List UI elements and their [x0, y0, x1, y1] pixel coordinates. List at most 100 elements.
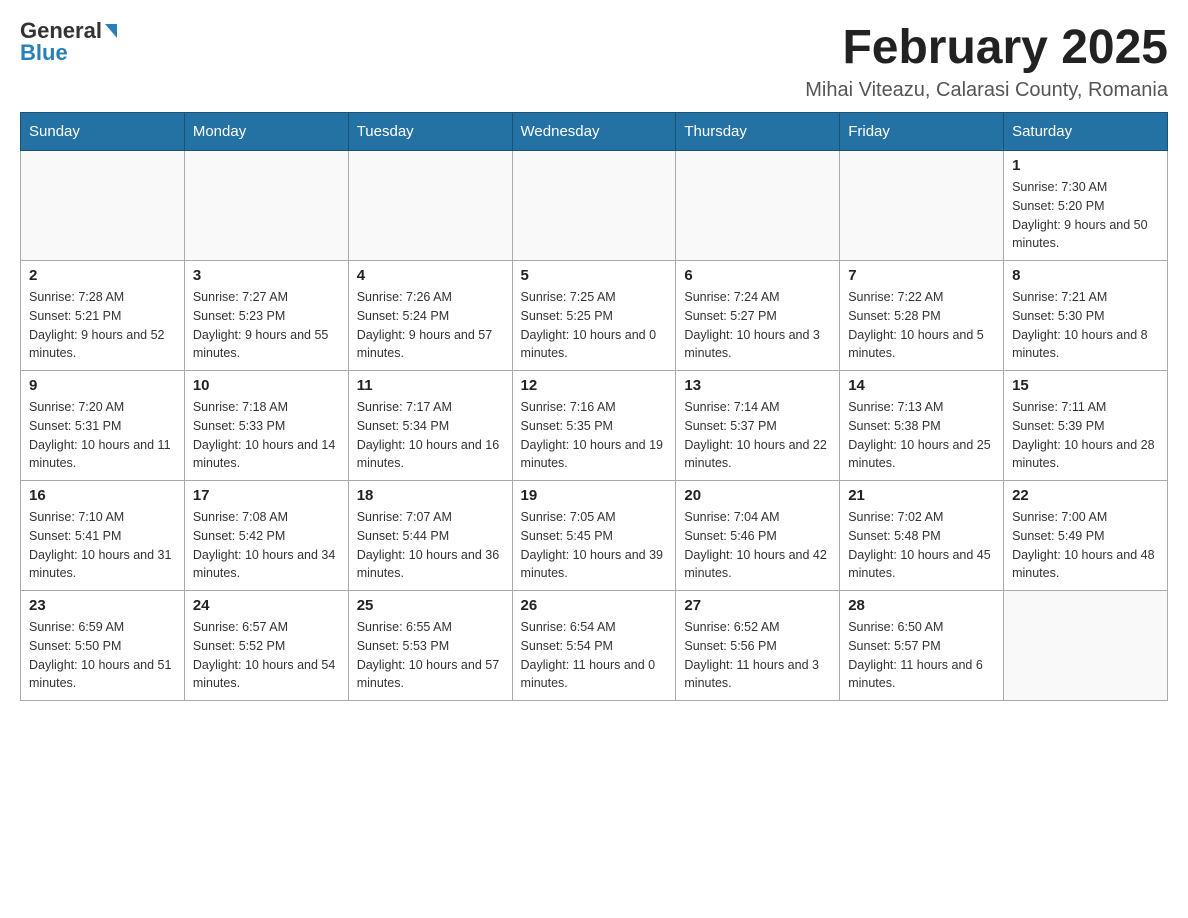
week-row-2: 2 Sunrise: 7:28 AMSunset: 5:21 PMDaylight… — [21, 261, 1168, 371]
calendar-cell: 12 Sunrise: 7:16 AMSunset: 5:35 PMDayligh… — [512, 371, 676, 481]
header-saturday: Saturday — [1004, 113, 1168, 151]
calendar-cell: 10 Sunrise: 7:18 AMSunset: 5:33 PMDayligh… — [184, 371, 348, 481]
day-info: Sunrise: 7:21 AMSunset: 5:30 PMDaylight:… — [1012, 290, 1148, 360]
day-info: Sunrise: 7:16 AMSunset: 5:35 PMDaylight:… — [521, 400, 663, 470]
day-info: Sunrise: 7:17 AMSunset: 5:34 PMDaylight:… — [357, 400, 499, 470]
day-info: Sunrise: 7:13 AMSunset: 5:38 PMDaylight:… — [848, 400, 990, 470]
day-number: 14 — [848, 377, 995, 394]
day-number: 20 — [684, 487, 831, 504]
calendar-cell — [676, 151, 840, 261]
day-number: 18 — [357, 487, 504, 504]
calendar-subtitle: Mihai Viteazu, Calarasi County, Romania — [805, 79, 1168, 102]
day-info: Sunrise: 7:18 AMSunset: 5:33 PMDaylight:… — [193, 400, 335, 470]
day-info: Sunrise: 7:14 AMSunset: 5:37 PMDaylight:… — [684, 400, 826, 470]
day-info: Sunrise: 6:54 AMSunset: 5:54 PMDaylight:… — [521, 620, 656, 690]
calendar-cell — [1004, 591, 1168, 701]
day-number: 13 — [684, 377, 831, 394]
day-number: 8 — [1012, 267, 1159, 284]
logo-blue-text: Blue — [20, 42, 68, 64]
calendar-cell: 23 Sunrise: 6:59 AMSunset: 5:50 PMDayligh… — [21, 591, 185, 701]
calendar-cell: 14 Sunrise: 7:13 AMSunset: 5:38 PMDayligh… — [840, 371, 1004, 481]
week-row-5: 23 Sunrise: 6:59 AMSunset: 5:50 PMDayligh… — [21, 591, 1168, 701]
header-monday: Monday — [184, 113, 348, 151]
logo-arrow-icon — [105, 24, 117, 38]
day-info: Sunrise: 7:10 AMSunset: 5:41 PMDaylight:… — [29, 510, 171, 580]
calendar-cell: 1 Sunrise: 7:30 AMSunset: 5:20 PMDaylight… — [1004, 151, 1168, 261]
day-number: 15 — [1012, 377, 1159, 394]
calendar-cell: 13 Sunrise: 7:14 AMSunset: 5:37 PMDayligh… — [676, 371, 840, 481]
logo-general-text: General — [20, 20, 102, 42]
calendar-cell — [21, 151, 185, 261]
day-info: Sunrise: 7:30 AMSunset: 5:20 PMDaylight:… — [1012, 180, 1148, 250]
calendar-cell: 17Sunrise: 7:08 AMSunset: 5:42 PMDayligh… — [184, 481, 348, 591]
header-tuesday: Tuesday — [348, 113, 512, 151]
day-number: 25 — [357, 597, 504, 614]
day-info: Sunrise: 7:00 AMSunset: 5:49 PMDaylight:… — [1012, 510, 1154, 580]
day-number: 9 — [29, 377, 176, 394]
week-row-4: 16 Sunrise: 7:10 AMSunset: 5:41 PMDayligh… — [21, 481, 1168, 591]
day-number: 23 — [29, 597, 176, 614]
calendar-cell: 24Sunrise: 6:57 AMSunset: 5:52 PMDayligh… — [184, 591, 348, 701]
calendar-cell: 3 Sunrise: 7:27 AMSunset: 5:23 PMDaylight… — [184, 261, 348, 371]
calendar-cell: 26 Sunrise: 6:54 AMSunset: 5:54 PMDayligh… — [512, 591, 676, 701]
calendar-cell: 16 Sunrise: 7:10 AMSunset: 5:41 PMDayligh… — [21, 481, 185, 591]
week-row-1: 1 Sunrise: 7:30 AMSunset: 5:20 PMDaylight… — [21, 151, 1168, 261]
day-info: Sunrise: 6:50 AMSunset: 5:57 PMDaylight:… — [848, 620, 983, 690]
day-info: Sunrise: 6:57 AMSunset: 5:52 PMDaylight:… — [193, 620, 335, 690]
day-number: 6 — [684, 267, 831, 284]
day-info: Sunrise: 6:59 AMSunset: 5:50 PMDaylight:… — [29, 620, 171, 690]
calendar-cell: 22 Sunrise: 7:00 AMSunset: 5:49 PMDayligh… — [1004, 481, 1168, 591]
header-friday: Friday — [840, 113, 1004, 151]
day-number: 3 — [193, 267, 340, 284]
header-sunday: Sunday — [21, 113, 185, 151]
day-info: Sunrise: 7:24 AMSunset: 5:27 PMDaylight:… — [684, 290, 820, 360]
day-info: Sunrise: 6:55 AMSunset: 5:53 PMDaylight:… — [357, 620, 499, 690]
calendar-cell: 5 Sunrise: 7:25 AMSunset: 5:25 PMDaylight… — [512, 261, 676, 371]
day-info: Sunrise: 6:52 AMSunset: 5:56 PMDaylight:… — [684, 620, 819, 690]
calendar-cell — [840, 151, 1004, 261]
day-number: 26 — [521, 597, 668, 614]
day-number: 17 — [193, 487, 340, 504]
day-number: 10 — [193, 377, 340, 394]
day-number: 5 — [521, 267, 668, 284]
day-info: Sunrise: 7:07 AMSunset: 5:44 PMDaylight:… — [357, 510, 499, 580]
day-number: 22 — [1012, 487, 1159, 504]
day-number: 27 — [684, 597, 831, 614]
calendar-table: SundayMondayTuesdayWednesdayThursdayFrid… — [20, 112, 1168, 701]
calendar-cell: 21 Sunrise: 7:02 AMSunset: 5:48 PMDayligh… — [840, 481, 1004, 591]
calendar-cell: 11Sunrise: 7:17 AMSunset: 5:34 PMDayligh… — [348, 371, 512, 481]
calendar-cell: 8 Sunrise: 7:21 AMSunset: 5:30 PMDaylight… — [1004, 261, 1168, 371]
title-section: February 2025 Mihai Viteazu, Calarasi Co… — [805, 20, 1168, 102]
day-info: Sunrise: 7:25 AMSunset: 5:25 PMDaylight:… — [521, 290, 657, 360]
day-info: Sunrise: 7:02 AMSunset: 5:48 PMDaylight:… — [848, 510, 990, 580]
day-info: Sunrise: 7:20 AMSunset: 5:31 PMDaylight:… — [29, 400, 171, 470]
calendar-cell: 27 Sunrise: 6:52 AMSunset: 5:56 PMDayligh… — [676, 591, 840, 701]
calendar-cell: 20 Sunrise: 7:04 AMSunset: 5:46 PMDayligh… — [676, 481, 840, 591]
header-wednesday: Wednesday — [512, 113, 676, 151]
calendar-cell: 28 Sunrise: 6:50 AMSunset: 5:57 PMDayligh… — [840, 591, 1004, 701]
day-info: Sunrise: 7:04 AMSunset: 5:46 PMDaylight:… — [684, 510, 826, 580]
day-info: Sunrise: 7:11 AMSunset: 5:39 PMDaylight:… — [1012, 400, 1154, 470]
calendar-cell: 18 Sunrise: 7:07 AMSunset: 5:44 PMDayligh… — [348, 481, 512, 591]
day-info: Sunrise: 7:05 AMSunset: 5:45 PMDaylight:… — [521, 510, 663, 580]
calendar-cell: 2 Sunrise: 7:28 AMSunset: 5:21 PMDaylight… — [21, 261, 185, 371]
day-info: Sunrise: 7:26 AMSunset: 5:24 PMDaylight:… — [357, 290, 493, 360]
day-number: 1 — [1012, 157, 1159, 174]
day-number: 12 — [521, 377, 668, 394]
calendar-cell: 7Sunrise: 7:22 AMSunset: 5:28 PMDaylight… — [840, 261, 1004, 371]
calendar-cell: 4Sunrise: 7:26 AMSunset: 5:24 PMDaylight… — [348, 261, 512, 371]
calendar-cell: 6 Sunrise: 7:24 AMSunset: 5:27 PMDaylight… — [676, 261, 840, 371]
day-info: Sunrise: 7:28 AMSunset: 5:21 PMDaylight:… — [29, 290, 165, 360]
day-number: 7 — [848, 267, 995, 284]
day-number: 16 — [29, 487, 176, 504]
calendar-header: SundayMondayTuesdayWednesdayThursdayFrid… — [21, 113, 1168, 151]
day-info: Sunrise: 7:27 AMSunset: 5:23 PMDaylight:… — [193, 290, 329, 360]
day-number: 28 — [848, 597, 995, 614]
calendar-cell: 9 Sunrise: 7:20 AMSunset: 5:31 PMDaylight… — [21, 371, 185, 481]
calendar-cell: 19Sunrise: 7:05 AMSunset: 5:45 PMDayligh… — [512, 481, 676, 591]
day-number: 21 — [848, 487, 995, 504]
day-number: 2 — [29, 267, 176, 284]
week-row-3: 9 Sunrise: 7:20 AMSunset: 5:31 PMDaylight… — [21, 371, 1168, 481]
header-thursday: Thursday — [676, 113, 840, 151]
calendar-cell — [184, 151, 348, 261]
